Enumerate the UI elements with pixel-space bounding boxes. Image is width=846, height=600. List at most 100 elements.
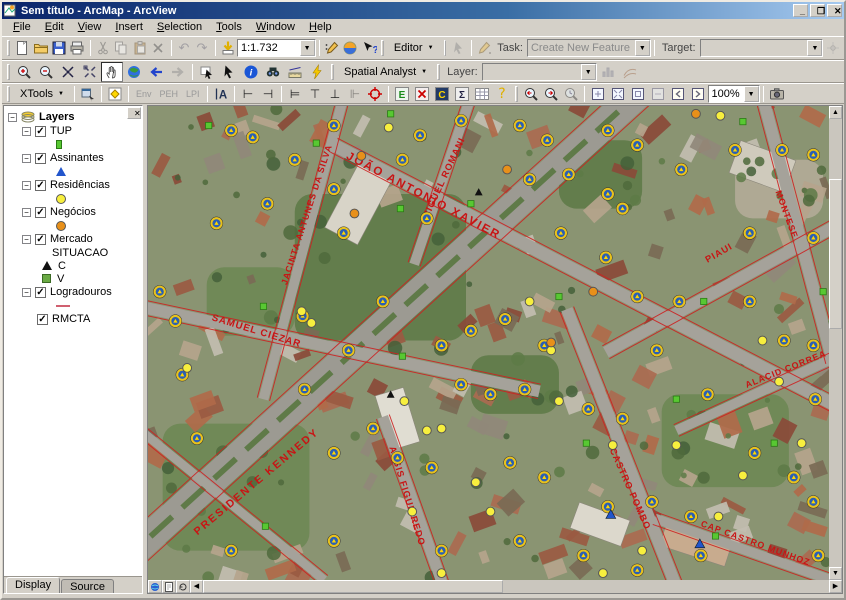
raster-table-button[interactable] (472, 85, 492, 103)
full-extent-button[interactable] (123, 62, 145, 82)
menu-item-window[interactable]: Window (249, 20, 302, 34)
save-button[interactable] (50, 38, 68, 58)
zoom-out-button[interactable] (35, 62, 57, 82)
edit-tool-5-button[interactable]: ⊥ (325, 85, 345, 103)
toolbar-grip[interactable] (514, 85, 518, 102)
map-scale-combo[interactable]: 1:1.732 ▼ (236, 39, 316, 57)
layer-rmcta-checkbox[interactable]: ✓ (37, 313, 48, 325)
zoom-percent-combo[interactable]: 100% ▼ (707, 84, 760, 103)
layout-view-button[interactable] (162, 580, 176, 593)
layer-neg-cios-label[interactable]: Negócios (50, 206, 96, 218)
print-button[interactable] (68, 38, 86, 58)
expand-collapse-icon[interactable]: − (22, 287, 31, 297)
map-vertical-scrollbar[interactable]: ▲ ▼ (829, 106, 842, 580)
expand-collapse-icon[interactable]: − (8, 112, 17, 122)
map-view[interactable]: JACINTA ANTUNES DA SILVA JOÃO ANTONIO XAV… (148, 106, 829, 580)
measure-button[interactable] (284, 62, 306, 82)
layer-resid-ncias-label[interactable]: Residências (50, 179, 110, 191)
raster-x-button[interactable] (412, 85, 432, 103)
expand-collapse-icon[interactable]: − (22, 153, 31, 163)
fixed-zoom-out-button[interactable] (79, 62, 101, 82)
expand-collapse-icon[interactable]: − (22, 234, 31, 244)
chevron-down-icon[interactable]: ▼ (299, 40, 315, 56)
toc-close-icon[interactable]: ✕ (127, 107, 141, 119)
zoom-in-button[interactable] (13, 62, 35, 82)
tab-display[interactable]: Display (6, 577, 61, 593)
menu-item-view[interactable]: View (71, 20, 109, 34)
page-back-button[interactable] (668, 85, 688, 103)
xtools-window-button[interactable] (78, 85, 98, 103)
label-tool-button[interactable]: A (211, 85, 231, 103)
tab-source[interactable]: Source (61, 579, 114, 593)
toolbar-grip[interactable] (437, 63, 441, 80)
expand-collapse-icon[interactable]: − (22, 180, 31, 190)
menu-item-edit[interactable]: Edit (38, 20, 71, 34)
pan-zoom-1-button[interactable] (588, 85, 608, 103)
pan-zoom-3-button[interactable] (628, 85, 648, 103)
layer-logradouros-label[interactable]: Logradouros (50, 286, 112, 298)
edit-tool-3-button[interactable]: ⊨ (285, 85, 305, 103)
identify-button[interactable]: i (240, 62, 262, 82)
menu-item-tools[interactable]: Tools (209, 20, 249, 34)
xtools-menu-button[interactable]: XTools (13, 84, 71, 104)
select-elements-button[interactable] (218, 62, 240, 82)
toolbar-grip[interactable] (7, 63, 10, 80)
pan-button[interactable] (101, 61, 123, 82)
select-features-button[interactable] (196, 62, 218, 82)
menu-item-selection[interactable]: Selection (150, 20, 209, 34)
hscroll-thumb[interactable] (203, 580, 503, 593)
toolbar-grip[interactable] (7, 85, 10, 102)
layer-assinantes-label[interactable]: Assinantes (50, 152, 104, 164)
layer-tup-label[interactable]: TUP (50, 125, 72, 137)
scroll-down-icon[interactable]: ▼ (829, 567, 842, 580)
layer-rmcta-label[interactable]: RMCTA (52, 313, 90, 325)
layer-mercado-checkbox[interactable]: ✓ (35, 233, 46, 245)
layer-assinantes-checkbox[interactable]: ✓ (35, 152, 46, 164)
layer-mercado-label[interactable]: Mercado (50, 233, 93, 245)
expand-collapse-icon[interactable]: − (22, 126, 31, 136)
toolbar-grip[interactable] (331, 63, 334, 80)
map-horizontal-scrollbar[interactable]: ◀ ▶ (148, 580, 842, 593)
layer-tup-checkbox[interactable]: ✓ (35, 125, 46, 137)
raster-sigma-button[interactable]: Σ (452, 85, 472, 103)
menu-item-file[interactable]: File (6, 20, 38, 34)
scroll-right-icon[interactable]: ▶ (829, 580, 842, 593)
expand-collapse-icon[interactable]: − (22, 207, 31, 217)
xtools-target-button[interactable] (105, 85, 125, 103)
new-map-button[interactable] (13, 38, 31, 58)
vscroll-thumb[interactable] (829, 179, 842, 329)
menu-item-insert[interactable]: Insert (108, 20, 150, 34)
add-data-button[interactable] (219, 38, 237, 58)
close-button[interactable]: ✕ (827, 4, 842, 17)
edit-tool-4-button[interactable]: ⊤ (305, 85, 325, 103)
layer-resid-ncias-checkbox[interactable]: ✓ (35, 179, 46, 191)
pan-zoom-2-button[interactable] (608, 85, 628, 103)
zoom-next-button[interactable] (541, 85, 561, 103)
spatial-analyst-menu-button[interactable]: Spatial Analyst (337, 62, 434, 82)
toolbar-grip[interactable] (381, 40, 384, 56)
edit-tool-1-button[interactable]: ⊢ (238, 85, 258, 103)
zoom-last-button[interactable] (521, 85, 541, 103)
toolbar-grip[interactable] (443, 40, 447, 56)
menu-item-help[interactable]: Help (302, 20, 339, 34)
layer-neg-cios-checkbox[interactable]: ✓ (35, 206, 46, 218)
scroll-left-icon[interactable]: ◀ (190, 580, 203, 593)
crosshair-button[interactable] (365, 85, 385, 103)
scroll-up-icon[interactable]: ▲ (829, 106, 842, 119)
data-view-button[interactable] (148, 580, 162, 593)
open-button[interactable] (31, 38, 49, 58)
editor-toolbar-button[interactable] (323, 38, 341, 58)
layer-logradouros-checkbox[interactable]: ✓ (35, 286, 46, 298)
editor-menu-button[interactable]: Editor (387, 38, 441, 58)
minimize-button[interactable]: _ (793, 4, 808, 17)
fixed-zoom-in-button[interactable] (57, 62, 79, 82)
whats-this-help-button[interactable]: ? (360, 38, 378, 58)
snapshot-button[interactable] (767, 85, 787, 103)
toolbar-grip[interactable] (7, 40, 10, 56)
hyperlink-button[interactable] (306, 62, 328, 82)
arccatalog-button[interactable] (341, 38, 359, 58)
raster-e-button[interactable]: E (392, 85, 412, 103)
refresh-view-button[interactable] (176, 580, 190, 593)
find-button[interactable] (262, 62, 284, 82)
go-back-extent-button[interactable] (145, 62, 167, 82)
